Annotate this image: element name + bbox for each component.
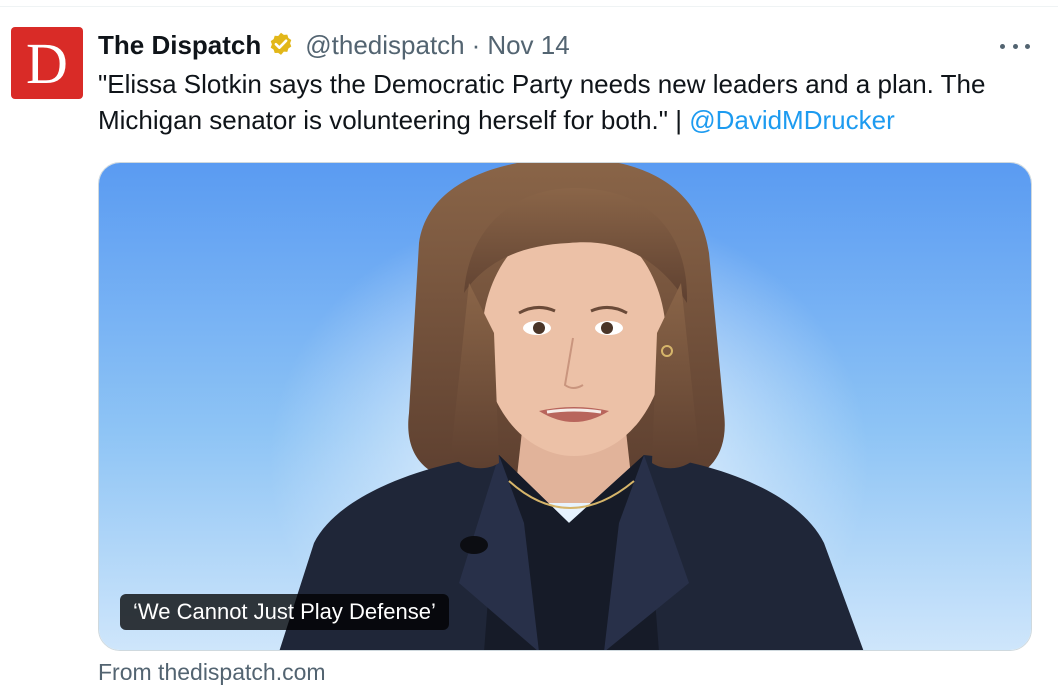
tweet[interactable]: D The Dispatch @thedispatch · Nov 14 "El… <box>0 0 1058 694</box>
handle[interactable]: @thedispatch <box>305 30 464 61</box>
media-card[interactable]: ‘We Cannot Just Play Defense’ <box>98 162 1032 651</box>
tweet-text: "Elissa Slotkin says the Democratic Part… <box>98 66 1018 138</box>
verified-badge-icon[interactable] <box>267 31 295 59</box>
avatar-letter: D <box>26 31 68 96</box>
avatar[interactable]: D <box>11 27 83 99</box>
more-dot <box>1025 43 1030 49</box>
separator: · <box>471 29 481 60</box>
tweet-header: The Dispatch @thedispatch · Nov 14 <box>98 28 570 62</box>
timestamp[interactable]: Nov 14 <box>487 30 569 61</box>
more-dot <box>1000 43 1005 49</box>
more-dot <box>1012 43 1018 49</box>
display-name[interactable]: The Dispatch <box>98 30 261 61</box>
divider <box>0 6 1058 7</box>
media-caption: ‘We Cannot Just Play Defense’ <box>120 594 449 630</box>
more-icon[interactable] <box>1000 36 1030 56</box>
article-photo <box>99 163 1031 650</box>
card-source-link[interactable]: From thedispatch.com <box>98 656 326 688</box>
mention-link[interactable]: @DavidMDrucker <box>689 105 895 135</box>
